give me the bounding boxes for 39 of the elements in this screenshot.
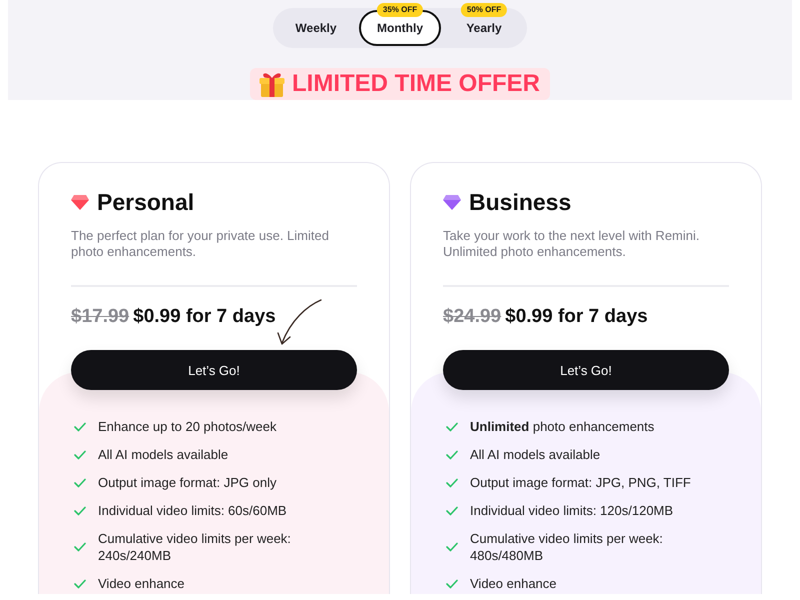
offer-price: $0.99 for 7 days bbox=[505, 306, 648, 328]
check-icon bbox=[446, 578, 458, 588]
original-price: $17.99 bbox=[71, 306, 130, 328]
check-icon bbox=[74, 422, 86, 432]
original-price: $24.99 bbox=[443, 306, 502, 328]
plan-title: Business bbox=[469, 188, 572, 216]
feature-text: All AI models available bbox=[98, 446, 228, 463]
feature-text: Video enhance bbox=[98, 575, 185, 592]
discount-badge: 50% OFF bbox=[460, 3, 508, 17]
feature-text: Cumulative video limits per week: 240s/240MB bbox=[98, 530, 292, 564]
check-icon bbox=[74, 578, 86, 588]
feature-text: Enhance up to 20 photos/week bbox=[98, 418, 277, 435]
feature-text: Individual video limits: 120s/120MB bbox=[470, 502, 674, 519]
lets-go-button[interactable]: Let’s Go! bbox=[71, 350, 357, 390]
check-icon bbox=[446, 450, 458, 460]
check-icon bbox=[446, 542, 458, 552]
billing-tab[interactable]: Weekly bbox=[275, 18, 357, 38]
feature-text: Individual video limits: 60s/60MB bbox=[98, 502, 287, 519]
discount-badge: 35% OFF bbox=[376, 3, 424, 17]
feature-text: Video enhance bbox=[470, 575, 557, 592]
check-icon bbox=[74, 450, 86, 460]
plan-description: Take your work to the next level with Remini. Unlimited photo enhancements. bbox=[443, 228, 700, 260]
plan-title: Personal bbox=[97, 188, 194, 216]
feature-text: Output image format: JPG, PNG, TIFF bbox=[470, 474, 691, 491]
check-icon bbox=[74, 478, 86, 488]
offer-price: $0.99 for 7 days bbox=[133, 306, 276, 328]
plan-description: The perfect plan for your private use. Limited photo enhancements. bbox=[71, 228, 330, 260]
feature-text: Unlimited photo enhancements bbox=[470, 418, 654, 435]
check-icon bbox=[74, 506, 86, 516]
check-icon bbox=[446, 422, 458, 432]
feature-text: Cumulative video limits per week: 480s/480MB bbox=[470, 530, 664, 564]
billing-tab[interactable]: Yearly bbox=[443, 18, 525, 38]
check-icon bbox=[446, 478, 458, 488]
feature-text: Output image format: JPG only bbox=[98, 474, 276, 491]
lets-go-button[interactable]: Let’s Go! bbox=[443, 350, 729, 390]
feature-text: All AI models available bbox=[470, 446, 600, 463]
check-icon bbox=[74, 542, 86, 552]
check-icon bbox=[446, 506, 458, 516]
promo-title: LIMITED TIME OFFER bbox=[292, 70, 540, 98]
